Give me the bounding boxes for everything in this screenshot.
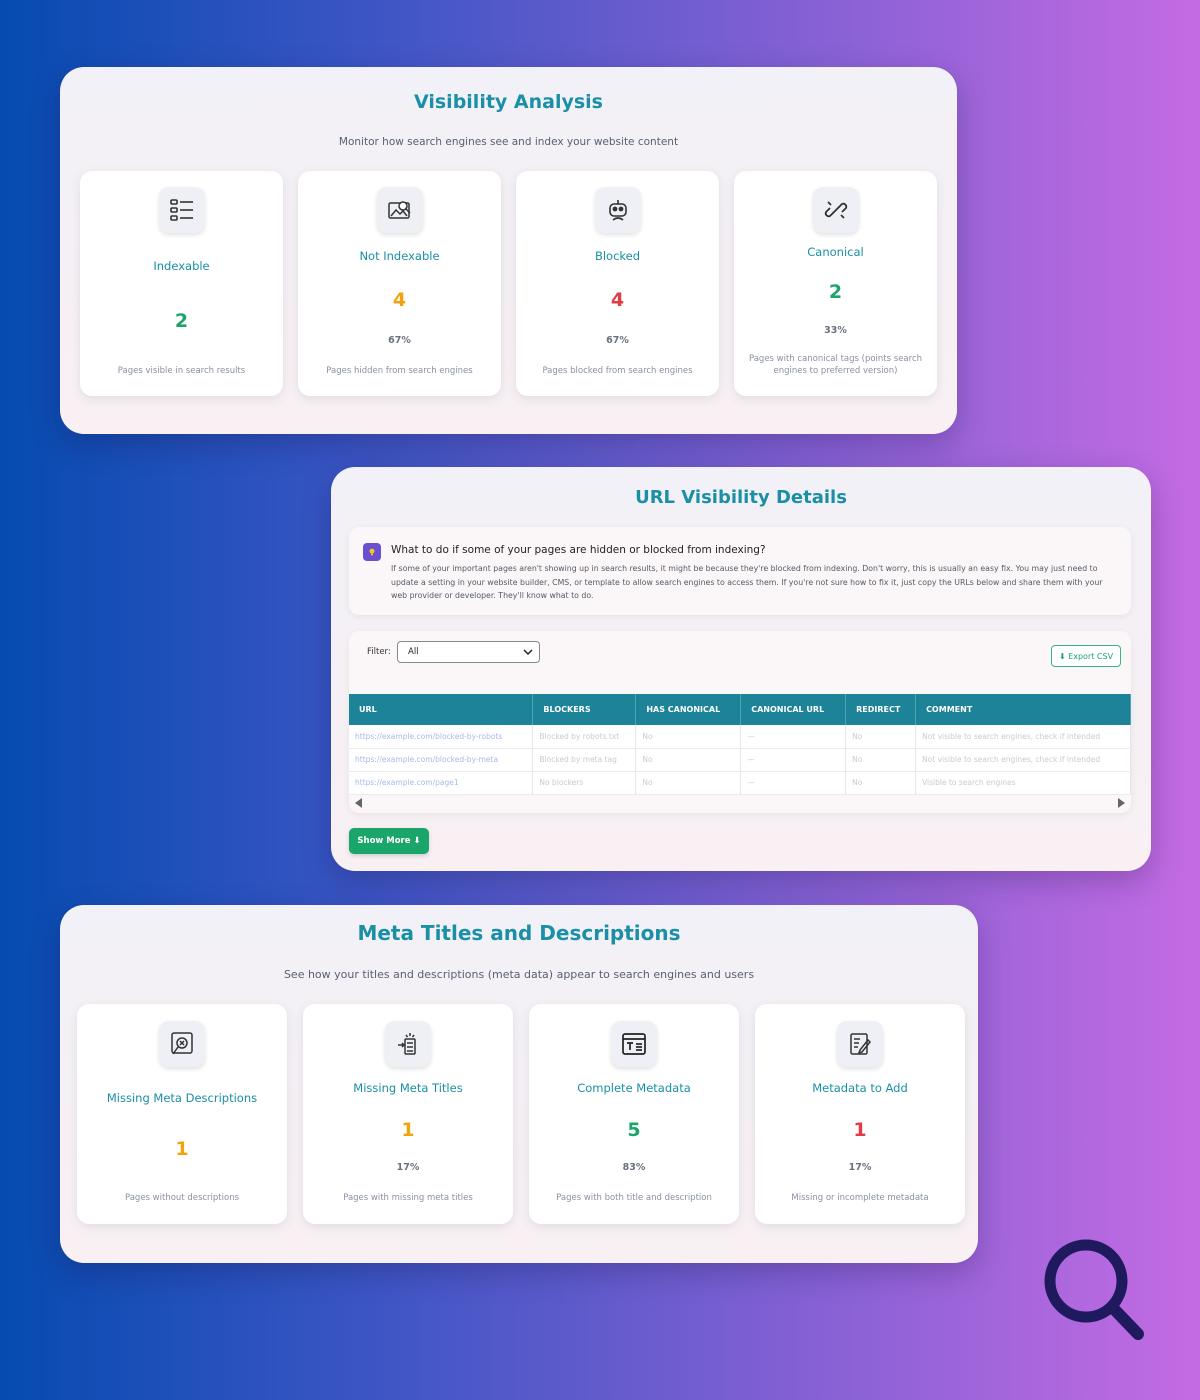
- url-details-title: URL Visibility Details: [635, 487, 847, 508]
- edit-doc-icon: [837, 1021, 883, 1067]
- metadata-to-add-card: Metadata to Add 1 17% Missing or incompl…: [755, 1004, 965, 1224]
- card-label: Canonical: [807, 245, 864, 259]
- visibility-title: Visibility Analysis: [413, 91, 603, 113]
- card-description: Pages with missing meta titles: [343, 1193, 473, 1203]
- card-percent: 17%: [396, 1162, 420, 1173]
- table-cell: —: [740, 771, 847, 795]
- column-header[interactable]: URL: [349, 694, 534, 725]
- search-image-icon: [376, 187, 423, 233]
- card-percent: 67%: [606, 335, 629, 346]
- card-label: Metadata to Add: [812, 1081, 908, 1095]
- table-cell: No blockers: [532, 771, 637, 795]
- filter-label: Filter:: [367, 647, 391, 657]
- scroll-left-icon[interactable]: [355, 798, 363, 808]
- complete-metadata-card: Complete Metadata 5 83% Pages with both …: [529, 1004, 739, 1224]
- table-cell: No: [845, 748, 917, 772]
- card-value: 1: [401, 1119, 415, 1141]
- table-cell: Blocked by meta tag: [532, 748, 637, 772]
- missing-descriptions-card: Missing Meta Descriptions 1 Pages withou…: [77, 1004, 287, 1224]
- card-percent: 33%: [824, 325, 847, 336]
- export-csv-button[interactable]: ⬇ Export CSV: [1051, 645, 1121, 667]
- column-header[interactable]: BLOCKERS: [532, 694, 637, 725]
- visibility-panel: Visibility Analysis Monitor how search e…: [60, 67, 957, 434]
- meta-subtitle: See how your titles and descriptions (me…: [283, 968, 755, 981]
- meter-icon: [385, 1021, 431, 1067]
- card-value: 1: [853, 1119, 867, 1141]
- card-percent: 83%: [622, 1162, 646, 1173]
- card-label: Blocked: [594, 249, 641, 263]
- lightbulb-icon: [363, 543, 381, 561]
- table-header-row: URL BLOCKERS HAS CANONICAL CANONICAL URL…: [349, 694, 1131, 725]
- list-icon: [158, 187, 205, 233]
- show-more-button[interactable]: Show More ⬇: [349, 828, 429, 854]
- url-table: URL BLOCKERS HAS CANONICAL CANONICAL URL…: [349, 694, 1131, 795]
- table-row: https://example.com/page1 No blockers No…: [349, 771, 1131, 795]
- indexable-card: Indexable 2 Pages visible in search resu…: [80, 171, 283, 396]
- magnifier-icon: [1044, 1239, 1144, 1340]
- card-value: 2: [828, 281, 843, 303]
- card-value: 1: [175, 1138, 189, 1160]
- tip-box: What to do if some of your pages are hid…: [349, 527, 1131, 615]
- card-description: Pages with canonical tags (points search…: [748, 354, 923, 376]
- url-link[interactable]: https://example.com/blocked-by-robots: [349, 725, 534, 749]
- scroll-right-icon[interactable]: [1117, 798, 1125, 808]
- robot-icon: [594, 187, 641, 233]
- table-cell: Visible to search engines: [915, 771, 1131, 795]
- missing-titles-card: Missing Meta Titles 1 17% Pages with mis…: [303, 1004, 513, 1224]
- text-window-icon: [611, 1021, 657, 1067]
- url-link[interactable]: https://example.com/blocked-by-meta: [349, 748, 534, 772]
- table-row: https://example.com/blocked-by-robots Bl…: [349, 725, 1131, 749]
- meta-panel: Meta Titles and Descriptions See how you…: [60, 905, 978, 1263]
- tip-text: If some of your important pages aren't s…: [391, 564, 1103, 600]
- card-value: 5: [627, 1119, 641, 1141]
- chevron-down-icon: [523, 649, 533, 656]
- card-value: 4: [610, 289, 625, 311]
- card-description: Pages blocked from search engines: [542, 366, 693, 376]
- broken-link-icon: [812, 187, 859, 233]
- table-cell: No: [845, 771, 917, 795]
- table-cell: —: [740, 725, 847, 749]
- column-header[interactable]: CANONICAL URL: [740, 694, 847, 725]
- table-cell: Not visible to search engines, check if …: [915, 725, 1131, 749]
- card-value: 2: [174, 310, 189, 332]
- table-cell: Not visible to search engines, check if …: [915, 748, 1131, 772]
- card-description: Pages visible in search results: [117, 366, 246, 376]
- blocked-card: Blocked 4 67% Pages blocked from search …: [516, 171, 719, 396]
- card-description: Missing or incomplete metadata: [791, 1193, 929, 1203]
- tip-title: What to do if some of your pages are hid…: [391, 544, 766, 556]
- url-details-panel: URL Visibility Details What to do if som…: [331, 467, 1151, 871]
- card-description: Pages with both title and description: [556, 1193, 712, 1203]
- card-label: Indexable: [153, 259, 210, 273]
- card-percent: 67%: [388, 335, 411, 346]
- filter-value: All: [408, 647, 419, 657]
- table-cell: No: [635, 771, 742, 795]
- table-row: https://example.com/blocked-by-meta Bloc…: [349, 748, 1131, 772]
- card-label: Missing Meta Titles: [353, 1081, 463, 1095]
- url-table-box: Filter: All ⬇ Export CSV URL BLOCKERS HA…: [349, 631, 1131, 813]
- table-cell: No: [845, 725, 917, 749]
- table-cell: Blocked by robots.txt: [532, 725, 637, 749]
- card-label: Complete Metadata: [577, 1081, 691, 1095]
- visibility-subtitle: Monitor how search engines see and index…: [338, 136, 679, 148]
- card-label: Not Indexable: [359, 249, 440, 263]
- canonical-card: Canonical 2 33% Pages with canonical tag…: [734, 171, 937, 396]
- url-link[interactable]: https://example.com/page1: [349, 771, 534, 795]
- card-value: 4: [392, 289, 407, 311]
- filter-select[interactable]: All: [397, 641, 540, 663]
- meta-title: Meta Titles and Descriptions: [357, 921, 681, 945]
- magnifier-doc-icon: [159, 1021, 205, 1067]
- horizontal-scrollbar[interactable]: [349, 794, 1131, 812]
- column-header[interactable]: HAS CANONICAL: [635, 694, 742, 725]
- card-percent: 17%: [848, 1162, 872, 1173]
- table-cell: —: [740, 748, 847, 772]
- not-indexable-card: Not Indexable 4 67% Pages hidden from se…: [298, 171, 501, 396]
- card-description: Pages hidden from search engines: [326, 366, 473, 376]
- card-label: Missing Meta Descriptions: [106, 1091, 258, 1105]
- column-header[interactable]: REDIRECT: [845, 694, 917, 725]
- column-header[interactable]: COMMENT: [915, 694, 1131, 725]
- card-description: Pages without descriptions: [124, 1193, 240, 1203]
- table-cell: No: [635, 725, 742, 749]
- table-cell: No: [635, 748, 742, 772]
